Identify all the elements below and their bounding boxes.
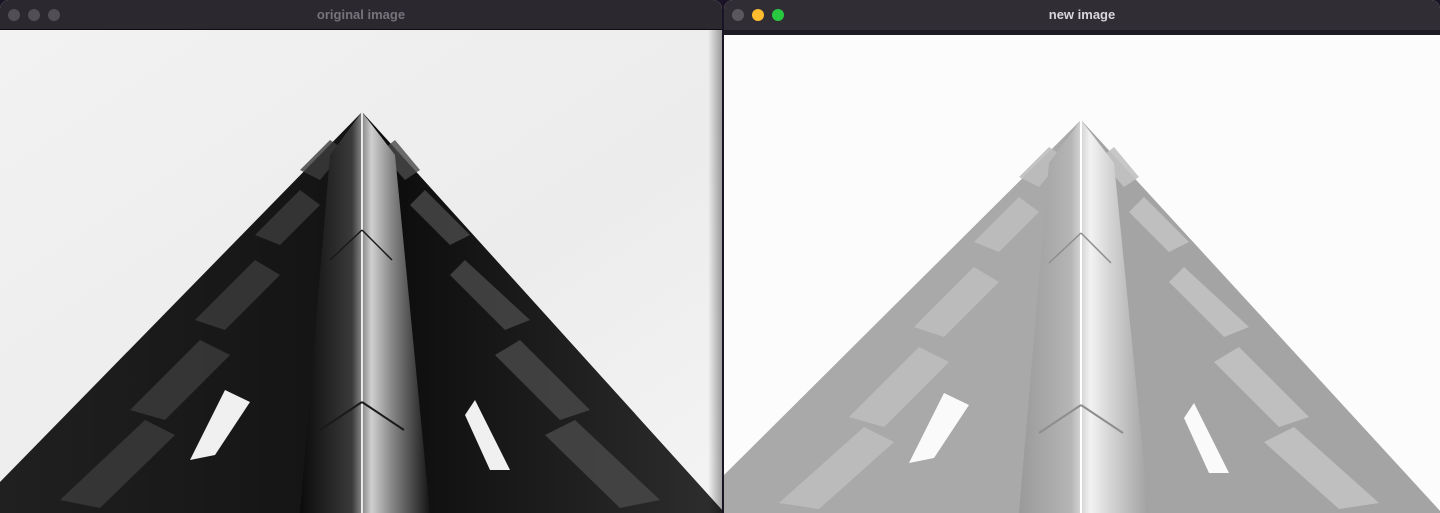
window-title: original image <box>316 7 406 22</box>
new-image-window[interactable]: new image <box>724 0 1440 513</box>
window-edge-shadow <box>708 30 722 513</box>
building-photo-image <box>724 35 1440 513</box>
window-title: new image <box>1048 7 1116 22</box>
image-canvas <box>724 35 1440 513</box>
building-photo-image <box>0 30 722 513</box>
original-image-window[interactable]: original image <box>0 0 722 513</box>
window-titlebar[interactable]: new image <box>724 0 1440 31</box>
window-titlebar[interactable]: original image <box>0 0 722 30</box>
image-canvas <box>0 30 722 513</box>
